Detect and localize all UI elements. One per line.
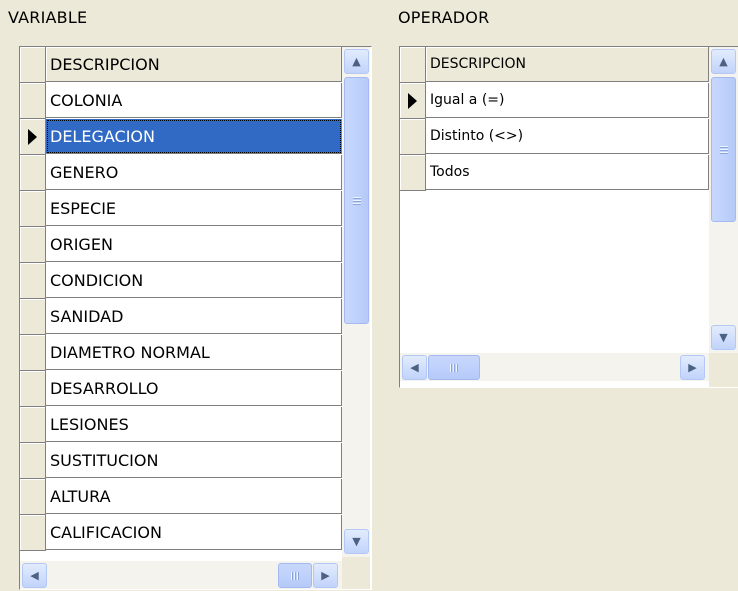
operador-row-selector[interactable] xyxy=(400,83,426,119)
operador-cell[interactable]: Distinto (<>) xyxy=(426,119,709,154)
variable-row-selector[interactable] xyxy=(20,191,46,227)
variable-cell[interactable]: GENERO xyxy=(46,155,342,190)
variable-cell[interactable]: SUSTITUCION xyxy=(46,443,342,478)
scroll-left-icon[interactable]: ◀ xyxy=(22,563,47,588)
scroll-up-icon[interactable]: ▲ xyxy=(344,49,369,74)
operador-grid[interactable]: DESCRIPCION Igual a (=) Distinto (<>) Todos… xyxy=(399,46,738,388)
variable-cell[interactable]: DESARROLLO xyxy=(46,371,342,406)
variable-grid[interactable]: DESCRIPCION COLONIA DELEGACION GENERO ESPECI… xyxy=(19,46,372,590)
variable-row[interactable]: SUSTITUCION xyxy=(20,443,342,479)
operador-vscrollbar[interactable]: ▲ ▼ xyxy=(709,47,738,353)
variable-cell[interactable]: ALTURA xyxy=(46,479,342,514)
variable-row[interactable]: DIAMETRO NORMAL xyxy=(20,335,342,371)
operador-label: OPERADOR xyxy=(398,8,490,27)
variable-cell[interactable]: SANIDAD xyxy=(46,299,342,334)
operador-cell[interactable]: Igual a (=) xyxy=(426,83,709,118)
operador-row[interactable]: Todos xyxy=(400,155,709,191)
variable-header-selector[interactable] xyxy=(20,47,46,83)
variable-row-selector[interactable] xyxy=(20,155,46,191)
variable-row[interactable]: ORIGEN xyxy=(20,227,342,263)
operador-vscroll-thumb[interactable] xyxy=(711,77,736,222)
variable-header-row: DESCRIPCION xyxy=(20,47,342,83)
operador-row-selector[interactable] xyxy=(400,119,426,155)
variable-cell[interactable]: DIAMETRO NORMAL xyxy=(46,335,342,370)
operador-hscroll-thumb[interactable] xyxy=(428,355,480,380)
variable-row-selector[interactable] xyxy=(20,443,46,479)
variable-row-selector[interactable] xyxy=(20,119,46,155)
variable-cell[interactable]: ESPECIE xyxy=(46,191,342,226)
variable-row[interactable]: GENERO xyxy=(20,155,342,191)
variable-row[interactable]: LESIONES xyxy=(20,407,342,443)
scroll-down-icon[interactable]: ▼ xyxy=(344,529,369,554)
row-pointer-icon xyxy=(408,93,417,109)
scroll-right-icon[interactable]: ▶ xyxy=(313,563,338,588)
variable-row-selector[interactable] xyxy=(20,335,46,371)
variable-hscrollbar[interactable]: ◀ ▶ xyxy=(20,561,342,589)
variable-row[interactable]: SANIDAD xyxy=(20,299,342,335)
operador-header-selector[interactable] xyxy=(400,47,426,83)
variable-hscroll-thumb[interactable] xyxy=(278,563,312,588)
scroll-right-icon[interactable]: ▶ xyxy=(680,355,705,380)
variable-row[interactable]: CALIFICACION xyxy=(20,515,342,551)
variable-cell[interactable]: DELEGACION xyxy=(46,119,342,154)
variable-row-selector[interactable] xyxy=(20,263,46,299)
operador-row-selector[interactable] xyxy=(400,155,426,191)
scroll-down-icon[interactable]: ▼ xyxy=(711,325,736,350)
variable-cell[interactable]: LESIONES xyxy=(46,407,342,442)
operador-hscrollbar[interactable]: ◀ ▶ xyxy=(400,353,709,381)
variable-row[interactable]: ESPECIE xyxy=(20,191,342,227)
variable-row-selector[interactable] xyxy=(20,407,46,443)
variable-column-header[interactable]: DESCRIPCION xyxy=(46,47,342,82)
variable-cell[interactable]: CONDICION xyxy=(46,263,342,298)
variable-row[interactable]: ALTURA xyxy=(20,479,342,515)
variable-row-selector[interactable] xyxy=(20,479,46,515)
scroll-left-icon[interactable]: ◀ xyxy=(402,355,427,380)
variable-cell[interactable]: CALIFICACION xyxy=(46,515,342,550)
variable-row[interactable]: COLONIA xyxy=(20,83,342,119)
variable-vscrollbar[interactable]: ▲ ▼ xyxy=(342,47,370,557)
variable-row[interactable]: DESARROLLO xyxy=(20,371,342,407)
operador-cell[interactable]: Todos xyxy=(426,155,709,190)
operador-row[interactable]: Igual a (=) xyxy=(400,83,709,119)
operador-row[interactable]: Distinto (<>) xyxy=(400,119,709,155)
scroll-up-icon[interactable]: ▲ xyxy=(711,49,736,74)
variable-label: VARIABLE xyxy=(8,8,88,27)
variable-row-selector[interactable] xyxy=(20,299,46,335)
operador-column-header[interactable]: DESCRIPCION xyxy=(426,47,709,82)
variable-cell[interactable]: COLONIA xyxy=(46,83,342,118)
variable-vscroll-thumb[interactable] xyxy=(344,77,369,324)
variable-row-selector[interactable] xyxy=(20,83,46,119)
variable-row[interactable]: CONDICION xyxy=(20,263,342,299)
variable-row-selector[interactable] xyxy=(20,515,46,551)
variable-row-selector[interactable] xyxy=(20,371,46,407)
variable-row[interactable]: DELEGACION xyxy=(20,119,342,155)
variable-row-selector[interactable] xyxy=(20,227,46,263)
operador-header-row: DESCRIPCION xyxy=(400,47,709,83)
variable-cell[interactable]: ORIGEN xyxy=(46,227,342,262)
row-pointer-icon xyxy=(28,129,37,145)
